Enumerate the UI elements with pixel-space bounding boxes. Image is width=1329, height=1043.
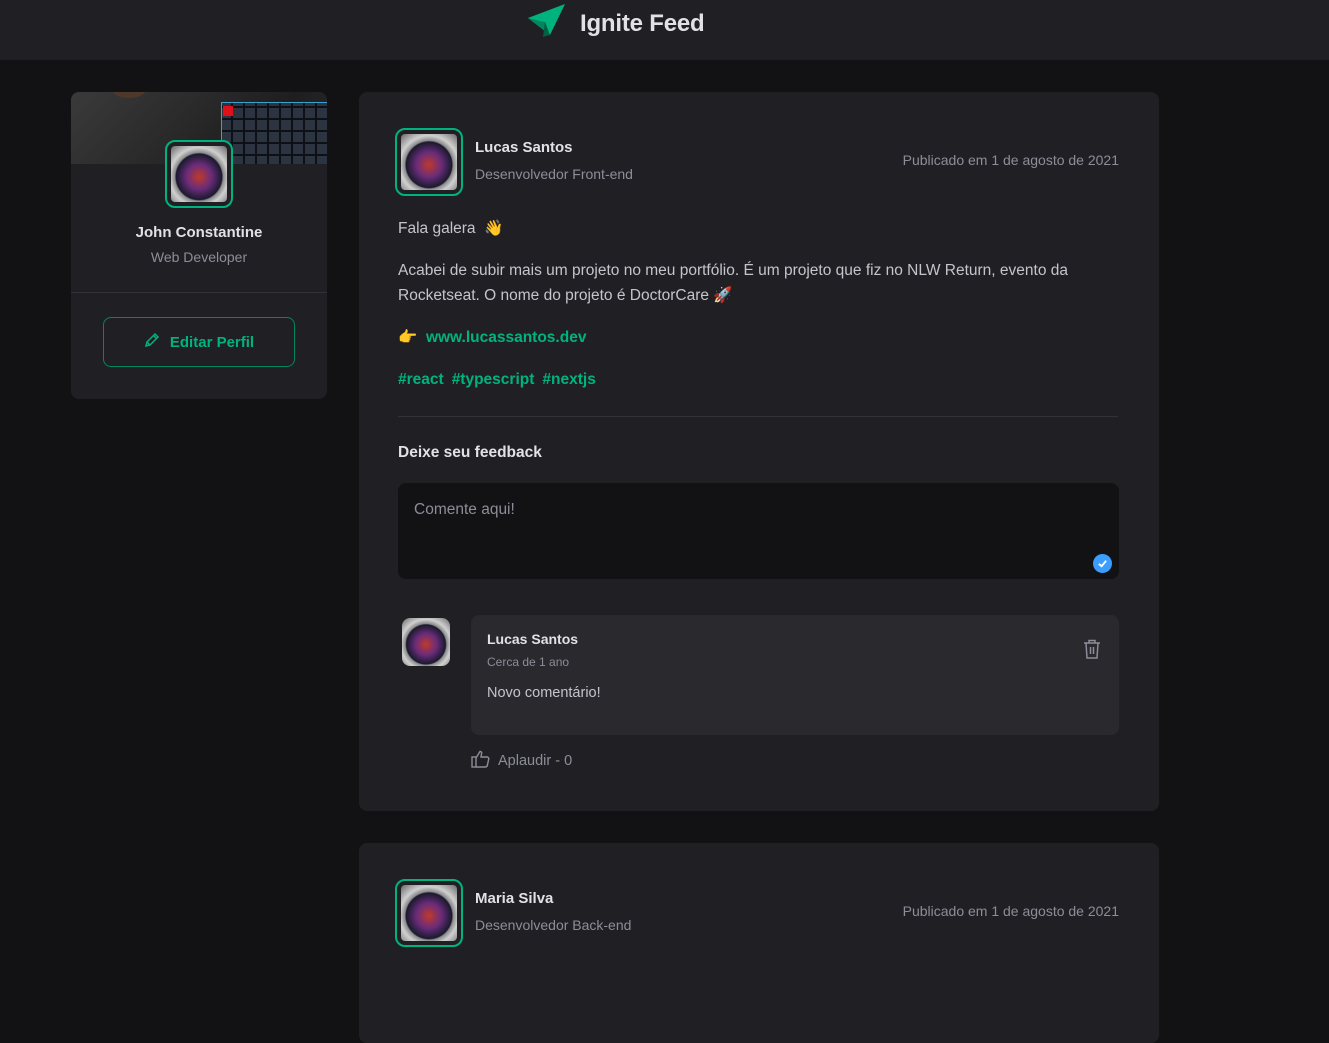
author-role: Desenvolvedor Back-end [475,917,632,933]
tag-nextjs[interactable]: #nextjs [542,367,595,392]
author-role: Desenvolvedor Front-end [475,166,633,182]
comment-input[interactable] [398,483,1119,579]
applaud-label: Aplaudir - 0 [498,753,573,769]
profile-avatar [165,140,233,208]
comment-avatar[interactable] [402,618,450,666]
tag-react[interactable]: #react [398,367,444,392]
author-name: Lucas Santos [475,139,573,156]
post-card: Lucas Santos Desenvolvedor Front-end Pub… [359,92,1159,811]
author-avatar[interactable] [395,128,463,196]
comment-time: Cerca de 1 ano [487,655,570,669]
profile-role: Web Developer [150,249,248,265]
pencil-icon [144,332,160,352]
trash-icon[interactable] [1083,639,1101,664]
comment-author: Lucas Santos [487,631,579,647]
feedback-title: Deixe seu feedback [398,444,542,461]
logo: Ignite Feed [528,4,705,43]
author-name: Maria Silva [475,890,554,907]
app-title: Ignite Feed [580,9,705,37]
thumbs-up-icon [471,750,490,772]
post-content: Fala galera 👋 Acabei de subir mais um pr… [398,216,1120,409]
comment: Lucas Santos Cerca de 1 ano Novo comentá… [471,615,1119,735]
wave-emoji: 👋 [484,220,504,237]
post-link[interactable]: www.lucassantos.dev [426,329,587,346]
rocket-emoji: 🚀 [713,287,733,304]
pointing-emoji: 👉 [398,329,418,346]
divider [71,292,327,293]
author-avatar[interactable] [395,879,463,947]
app-header: Ignite Feed [0,0,1329,60]
publish-time: Publicado em 1 de agosto de 2021 [902,903,1119,919]
post-card: Maria Silva Desenvolvedor Back-end Publi… [359,843,1159,1043]
edit-profile-button[interactable]: Editar Perfil [103,317,295,367]
post-tags: #react #typescript #nextjs [398,367,1120,392]
publish-time: Publicado em 1 de agosto de 2021 [902,152,1119,168]
post-body: Acabei de subir mais um projeto no meu p… [398,262,1069,304]
post-header: Maria Silva Desenvolvedor Back-end Publi… [395,879,1119,947]
comment-text: Novo comentário! [487,685,601,701]
check-icon [1093,554,1112,573]
post-header: Lucas Santos Desenvolvedor Front-end Pub… [395,128,1119,196]
divider [398,416,1118,417]
applaud-button[interactable]: Aplaudir - 0 [471,750,572,772]
profile-sidebar: John Constantine Web Developer Editar Pe… [71,92,327,399]
post-link-line: 👉 www.lucassantos.dev [398,325,1120,350]
paper-plane-logo-icon [528,4,566,43]
tag-typescript[interactable]: #typescript [452,367,535,392]
edit-profile-label: Editar Perfil [169,333,255,351]
profile-name: John Constantine [135,224,263,241]
post-greeting: Fala galera 👋 [398,220,504,237]
